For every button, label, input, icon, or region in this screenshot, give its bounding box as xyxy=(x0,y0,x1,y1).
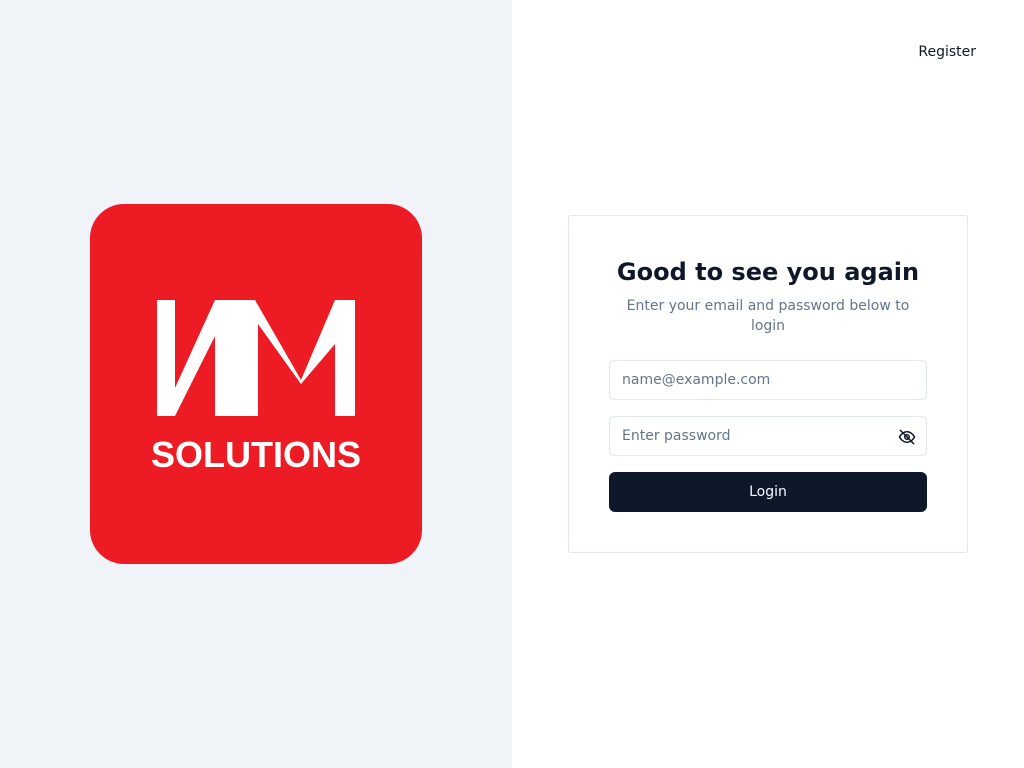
logo-subtext: SOLUTIONS xyxy=(151,434,361,475)
login-subtitle: Enter your email and password below to l… xyxy=(626,298,910,334)
right-panel: Register Good to see you again Enter you… xyxy=(512,0,1024,768)
logo-graphic: SOLUTIONS xyxy=(151,300,361,475)
login-card: Good to see you again Enter your email a… xyxy=(568,215,968,553)
email-input[interactable] xyxy=(610,361,926,399)
wm-solutions-logo: SOLUTIONS xyxy=(90,204,422,564)
logo-letter-m xyxy=(235,300,355,416)
login-button[interactable]: Login xyxy=(609,472,927,512)
register-link[interactable]: Register xyxy=(918,43,976,61)
password-field-wrapper xyxy=(609,416,927,456)
left-panel: SOLUTIONS xyxy=(0,0,512,768)
password-input[interactable] xyxy=(610,417,926,455)
eye-off-icon[interactable] xyxy=(898,428,916,446)
logo-letter-w xyxy=(157,300,235,416)
login-title: Good to see you again xyxy=(616,258,920,286)
email-field-wrapper xyxy=(609,360,927,400)
